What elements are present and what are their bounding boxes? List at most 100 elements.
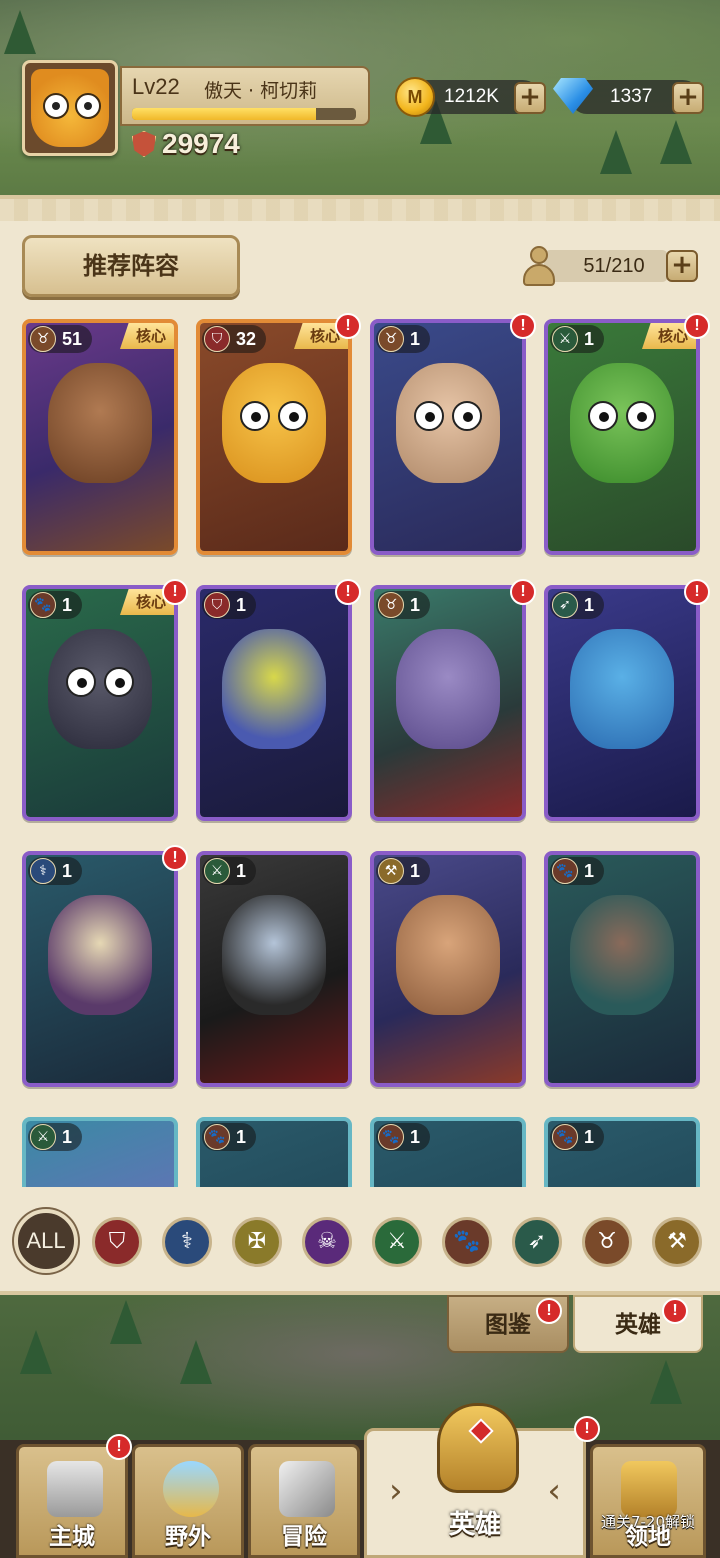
helmet-icon — [437, 1403, 519, 1493]
hero-panel: 推荐阵容 51/210 + ♉ 51 核心 ⛉ 32 核心 ♉ 1 ⚔ 1 核心… — [0, 195, 720, 1295]
panel-trim — [0, 199, 720, 221]
hero-card[interactable]: ♉ 51 核心 — [22, 319, 178, 555]
hero-card[interactable]: 🐾 1 核心 — [22, 585, 178, 821]
hero-capacity-value: 51/210 — [544, 250, 668, 282]
staff-icon: ⚕ — [30, 858, 56, 884]
nav-adventure-label: 冒险 — [281, 1524, 327, 1550]
bull-icon: ♉ — [378, 592, 404, 618]
gem-amount: 1337 — [610, 86, 653, 107]
hero-capacity: 51/210 + — [520, 244, 698, 288]
swords-icon: ⚔ — [204, 858, 230, 884]
hero-level: 1 — [236, 860, 247, 881]
hero-card[interactable]: ♉ 1 — [370, 585, 526, 821]
player-avatar[interactable] — [22, 60, 118, 156]
bottom-nav: 主城 野外 冒险 通关7-20解锁 领地 — [0, 1440, 720, 1558]
hero-level: 1 — [62, 1126, 73, 1147]
hero-portrait — [222, 629, 326, 749]
player-name: 傲天 · 柯切莉 — [204, 80, 318, 102]
xp-bar — [132, 108, 356, 120]
bow-icon[interactable]: ➶ — [512, 1217, 562, 1267]
castle-icon — [47, 1461, 103, 1517]
hero-portrait — [48, 363, 152, 483]
hero-grid: ♉ 51 核心 ⛉ 32 核心 ♉ 1 ⚔ 1 核心 🐾 1 核心 ⛉ 1 ♉ … — [22, 319, 702, 1187]
hero-level-badge: ♉ 1 — [376, 325, 431, 353]
expand-capacity-button[interactable]: + — [666, 250, 698, 282]
hero-level: 1 — [410, 860, 421, 881]
hero-card[interactable]: 🐾 1 — [544, 1117, 700, 1187]
hero-card[interactable]: ⚔ 1 核心 — [544, 319, 700, 555]
bull-icon: ♉ — [30, 326, 56, 352]
hero-card[interactable]: ➶ 1 — [544, 585, 700, 821]
hero-card[interactable]: ⛉ 1 — [196, 585, 352, 821]
hero-portrait — [570, 895, 674, 1015]
add-gold-button[interactable]: + — [514, 82, 546, 114]
hero-card[interactable]: 🐾 1 — [544, 851, 700, 1087]
power-shield-icon — [132, 131, 156, 157]
nav-city[interactable]: 主城 — [16, 1444, 128, 1558]
gold-coin-icon: M — [395, 77, 435, 117]
hero-card[interactable]: 🐾 1 — [370, 1117, 526, 1187]
paw-icon[interactable]: 🐾 — [442, 1217, 492, 1267]
nav-territory-label: 领地 — [625, 1524, 671, 1550]
nav-heroes-label: 英雄 — [448, 1510, 501, 1540]
nav-wild[interactable]: 野外 — [132, 1444, 244, 1558]
tree-decoration — [180, 1340, 212, 1384]
hero-level-badge: ➶ 1 — [550, 591, 605, 619]
hero-level: 1 — [584, 328, 595, 349]
alert-badge: ! — [162, 845, 188, 871]
person-icon — [520, 244, 558, 288]
hero-level: 1 — [410, 1126, 421, 1147]
alert-badge: ! — [106, 1434, 132, 1460]
hero-portrait — [570, 629, 674, 749]
alert-badge: ! — [335, 313, 361, 339]
hero-card[interactable]: ⚔ 1 — [196, 851, 352, 1087]
hero-level: 51 — [62, 328, 83, 349]
hero-level: 1 — [236, 1126, 247, 1147]
nav-city-label: 主城 — [49, 1524, 95, 1550]
nav-adventure[interactable]: 冒险 — [248, 1444, 360, 1558]
hero-portrait — [48, 895, 152, 1015]
tree-decoration — [650, 1360, 682, 1404]
hero-card[interactable]: ⚔ 1 — [22, 1117, 178, 1187]
skull-icon[interactable]: ☠ — [302, 1217, 352, 1267]
hero-card[interactable]: ♉ 1 — [370, 319, 526, 555]
hero-level-badge: 🐾 1 — [28, 591, 83, 619]
hero-level-badge: ⚔ 1 — [550, 325, 605, 353]
add-gems-button[interactable]: + — [672, 82, 704, 114]
combat-power: 29974 — [132, 128, 240, 160]
swords-icon: ⚔ — [30, 1124, 56, 1150]
nav-territory[interactable]: 通关7-20解锁 领地 — [590, 1444, 706, 1558]
swords-icon[interactable]: ⚔ — [372, 1217, 422, 1267]
player-name-plate[interactable]: Lv22 傲天 · 柯切莉 — [120, 66, 370, 126]
staff-icon[interactable]: ⚕ — [162, 1217, 212, 1267]
hero-level-badge: ⚒ 1 — [376, 857, 431, 885]
hero-card[interactable]: ⚒ 1 — [370, 851, 526, 1087]
alert-badge: ! — [684, 579, 710, 605]
paw-icon: 🐾 — [204, 1124, 230, 1150]
nav-heroes[interactable]: › ‹ 英雄 — [364, 1403, 586, 1558]
crossed-swords-icon — [279, 1461, 335, 1517]
bull-icon[interactable]: ♉ — [582, 1217, 632, 1267]
tree-decoration — [20, 1330, 52, 1374]
hero-level-badge: 🐾 1 — [550, 1123, 605, 1151]
tree-decoration — [110, 1300, 142, 1344]
tree-decoration — [4, 10, 36, 54]
recommended-lineup-button[interactable]: 推荐阵容 — [22, 235, 240, 297]
hero-card[interactable]: ⚕ 1 — [22, 851, 178, 1087]
hero-level-badge: ⚕ 1 — [28, 857, 83, 885]
paw-icon: 🐾 — [552, 1124, 578, 1150]
shield-icon: ⛉ — [204, 592, 230, 618]
hammer-icon[interactable]: ⚒ — [652, 1217, 702, 1267]
holy-icon[interactable]: ✠ — [232, 1217, 282, 1267]
gold-amount: 1212K — [444, 86, 499, 107]
shield-icon[interactable]: ⛉ — [92, 1217, 142, 1267]
paw-icon: 🐾 — [30, 592, 56, 618]
hero-card[interactable]: 🐾 1 — [196, 1117, 352, 1187]
filter-all-button[interactable]: ALL — [14, 1209, 78, 1273]
hero-card[interactable]: ⛉ 32 核心 — [196, 319, 352, 555]
nav-wild-label: 野外 — [165, 1524, 211, 1550]
player-level: Lv22 — [132, 74, 180, 99]
hero-level: 1 — [584, 860, 595, 881]
hero-level-badge: ⛉ 32 — [202, 325, 267, 353]
alert-badge: ! — [510, 313, 536, 339]
